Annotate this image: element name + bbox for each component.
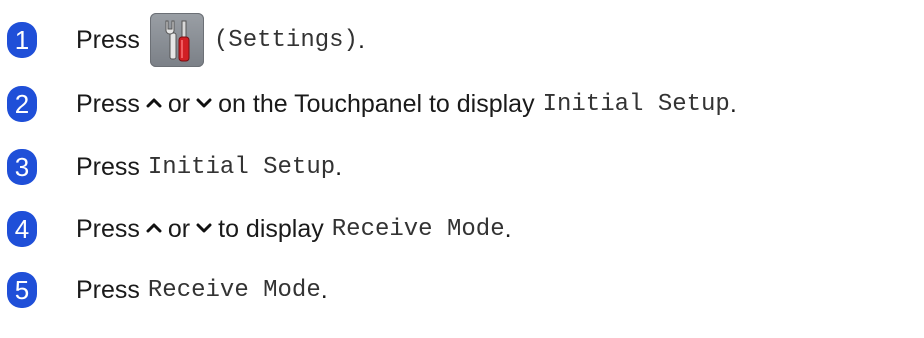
step-word-press: Press [76,275,140,304]
step-number-badge: 2 [7,86,37,122]
step-word-press: Press [76,152,140,181]
step-text: Press or to display Receive Mode . [76,209,512,249]
step-word-or: or [167,214,191,243]
step-text: Press Initial Setup . [76,147,342,187]
code-receive-mode: Receive Mode [147,276,321,304]
code-initial-setup: Initial Setup [542,90,730,118]
step-word-press: Press [76,214,140,243]
step-text-middle: to display [218,214,324,243]
step-number-badge: 1 [7,22,37,58]
step-text-middle: on the Touchpanel to display [218,89,535,118]
settings-button[interactable] [149,13,204,67]
chevron-down-icon [196,95,212,111]
step-number-badge: 3 [7,149,37,185]
settings-icon [165,20,190,62]
step-text: Press Receive Mode . [76,270,328,310]
chevron-up-icon [146,95,162,111]
step-end-punct: . [504,214,512,243]
code-initial-setup: Initial Setup [147,153,336,181]
step-end-punct: . [729,89,737,118]
step-number-badge: 4 [7,211,37,247]
step-end-punct: . [335,152,343,181]
step-word-press: Press [76,89,140,118]
settings-code-label: (Settings) [213,26,358,54]
code-receive-mode: Receive Mode [331,215,505,243]
step-text: Press (Settings) . [76,12,365,68]
step-number-badge: 5 [7,272,37,308]
step-text: Press or on the Touchpanel to display In… [76,84,737,124]
step-end-punct: . [357,25,365,54]
step-end-punct: . [320,275,328,304]
step-word-or: or [167,89,191,118]
chevron-down-icon [196,220,212,236]
step-word-press: Press [76,25,140,54]
chevron-up-icon [146,220,162,236]
